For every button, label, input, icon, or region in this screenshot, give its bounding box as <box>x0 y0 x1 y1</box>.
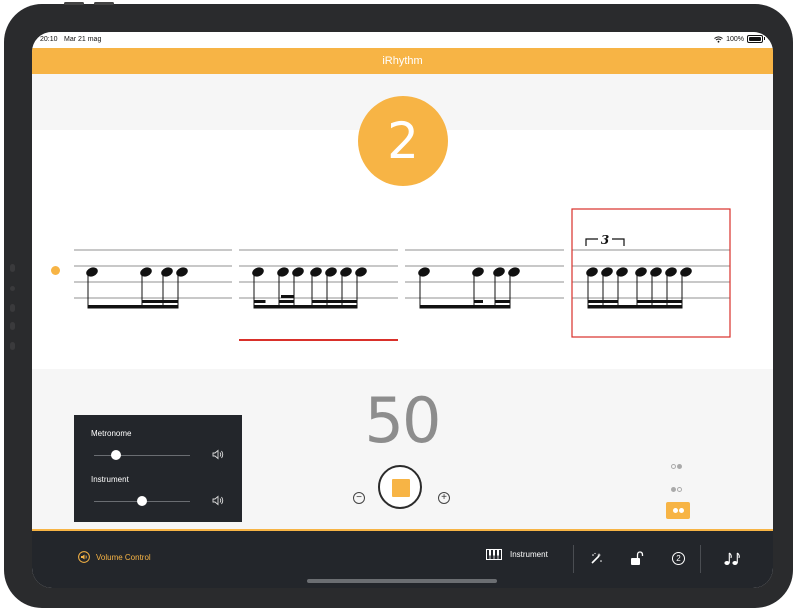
metronome-slider-knob[interactable] <box>111 450 121 460</box>
music-notes-icon[interactable] <box>723 551 741 566</box>
instrument-button-label: Instrument <box>510 550 548 559</box>
side-button-5 <box>10 342 15 350</box>
count-in-toggle-icon[interactable]: 2 <box>672 552 685 565</box>
side-button-1 <box>10 264 15 272</box>
measure-2[interactable] <box>251 266 368 309</box>
status-right: 100% <box>714 35 765 43</box>
volume-control-label: Volume Control <box>96 552 151 562</box>
status-date: Mar 21 mag <box>64 36 102 43</box>
instrument-slider-knob[interactable] <box>137 496 147 506</box>
side-button-2 <box>10 286 15 291</box>
wifi-icon <box>714 35 723 43</box>
battery-icon <box>747 35 765 43</box>
instrument-button[interactable]: Instrument <box>486 549 548 560</box>
toolbar-separator-1 <box>573 545 574 573</box>
ipad-frame: 20:10 Mar 21 mag 100% iRhythm 2 3 50 − +… <box>4 2 793 608</box>
magic-wand-icon[interactable] <box>589 552 603 566</box>
toolbar-separator-2 <box>700 545 701 573</box>
count-in-indicator: 2 <box>358 96 448 186</box>
display-option-2[interactable] <box>671 487 682 492</box>
volume-icon <box>78 551 90 563</box>
play-stop-button[interactable] <box>378 465 422 509</box>
staff-lines <box>74 249 730 299</box>
display-option-1[interactable] <box>671 464 682 469</box>
metronome-label: Metronome <box>91 429 132 438</box>
volume-control-button[interactable]: Volume Control <box>78 551 151 563</box>
side-button-3 <box>10 304 15 312</box>
instrument-speaker-icon[interactable] <box>212 495 224 506</box>
home-indicator <box>307 579 497 583</box>
tempo-decrease-button[interactable]: − <box>353 492 365 504</box>
piano-icon <box>486 549 502 560</box>
top-button-1 <box>64 2 84 5</box>
count-in-value: 2 <box>387 112 419 170</box>
tempo-increase-button[interactable]: + <box>438 492 450 504</box>
status-bar: 20:10 Mar 21 mag 100% <box>32 32 773 48</box>
screen: 20:10 Mar 21 mag 100% iRhythm 2 3 50 − +… <box>32 32 773 588</box>
battery-percent: 100% <box>726 35 744 43</box>
unlock-icon[interactable] <box>630 551 644 566</box>
instrument-slider[interactable] <box>94 496 190 506</box>
instrument-volume-label: Instrument <box>91 475 129 484</box>
tuplet-number: 3 <box>601 233 609 247</box>
app-title: iRhythm <box>32 48 773 74</box>
metronome-speaker-icon[interactable] <box>212 449 224 460</box>
measure-1[interactable] <box>85 266 189 309</box>
rhythm-staff: 3 <box>74 208 731 341</box>
volume-panel: Metronome Instrument <box>74 415 242 522</box>
measure-3[interactable] <box>417 266 521 309</box>
tempo-bpm[interactable]: 50 <box>332 384 472 457</box>
stop-icon <box>392 479 410 497</box>
metronome-slider[interactable] <box>94 450 190 460</box>
display-option-3-selected[interactable] <box>666 502 690 519</box>
top-button-2 <box>94 2 114 5</box>
status-time: 20:10 <box>40 36 58 43</box>
side-button-4 <box>10 322 15 330</box>
